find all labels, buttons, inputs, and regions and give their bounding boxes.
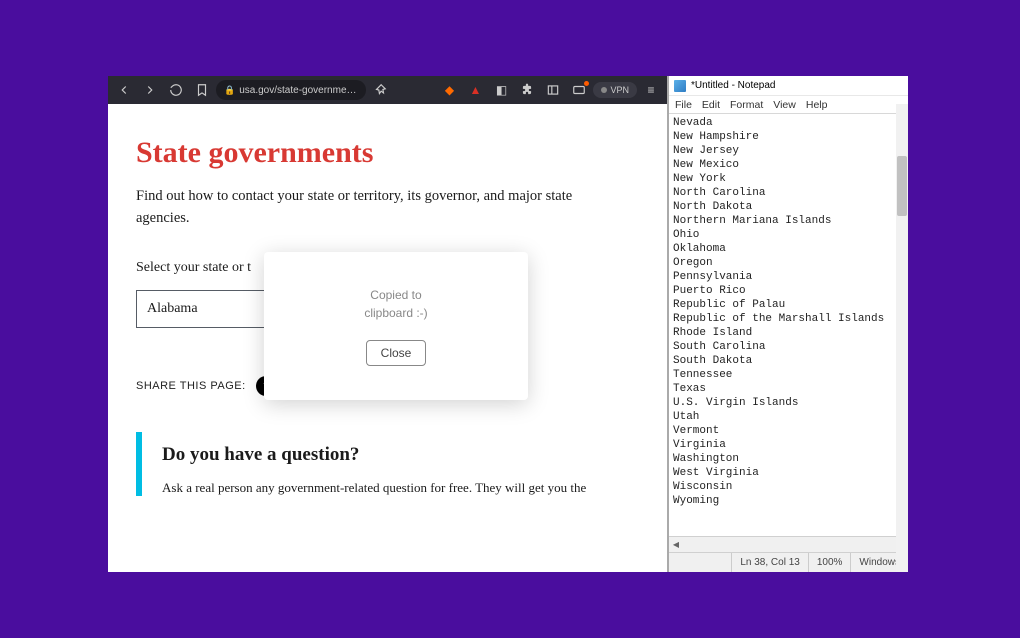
state-select-value: Alabama	[147, 301, 198, 317]
popup-message: Copied to clipboard :-)	[364, 286, 427, 322]
notepad-body: Nevada New Hampshire New Jersey New Mexi…	[669, 114, 908, 536]
ext-triangle-icon[interactable]: ▲	[463, 79, 487, 101]
vpn-status-dot	[601, 87, 607, 93]
menu-format[interactable]: Format	[730, 99, 763, 111]
menu-file[interactable]: File	[675, 99, 692, 111]
menu-help[interactable]: Help	[806, 99, 828, 111]
address-bar[interactable]: 🔒 usa.gov/state-governme…	[216, 80, 366, 100]
notepad-statusbar: Ln 38, Col 13 100% Windows	[669, 552, 908, 572]
nav-back-button[interactable]	[112, 79, 136, 101]
notepad-text-area[interactable]: Nevada New Hampshire New Jersey New Mexi…	[669, 114, 908, 510]
status-zoom: 100%	[808, 553, 851, 572]
page-content: State governments Find out how to contac…	[108, 104, 667, 572]
share-label: SHARE THIS PAGE:	[136, 380, 246, 392]
notepad-hscrollbar[interactable]: ◀	[669, 536, 908, 552]
notepad-title-text: *Untitled - Notepad	[691, 80, 776, 91]
brave-shields-icon[interactable]: ◆	[437, 79, 461, 101]
reader-button[interactable]	[368, 79, 392, 101]
url-text: usa.gov/state-governme…	[239, 85, 356, 96]
browser-toolbar: 🔒 usa.gov/state-governme… ◆ ▲ ◧ VPN ≡	[108, 76, 667, 104]
clipboard-popup: Copied to clipboard :-) Close	[264, 252, 528, 400]
hscroll-left-icon[interactable]: ◀	[669, 538, 683, 552]
bookmark-button[interactable]	[190, 79, 214, 101]
lock-icon: 🔒	[224, 85, 235, 96]
question-heading: Do you have a question?	[162, 444, 643, 466]
browser-window: 🔒 usa.gov/state-governme… ◆ ▲ ◧ VPN ≡ St…	[108, 76, 668, 572]
page-title: State governments	[136, 136, 643, 170]
notepad-menubar: File Edit Format View Help	[669, 96, 908, 114]
menu-view[interactable]: View	[773, 99, 796, 111]
sidebar-icon[interactable]	[541, 79, 565, 101]
extensions-icon[interactable]	[515, 79, 539, 101]
notepad-window: *Untitled - Notepad File Edit Format Vie…	[668, 76, 908, 572]
wallet-icon[interactable]	[567, 79, 591, 101]
status-position: Ln 38, Col 13	[731, 553, 808, 572]
popup-close-button[interactable]: Close	[366, 340, 427, 366]
menu-edit[interactable]: Edit	[702, 99, 720, 111]
page-subtitle: Find out how to contact your state or te…	[136, 186, 596, 230]
question-box: Do you have a question? Ask a real perso…	[136, 432, 643, 496]
reload-button[interactable]	[164, 79, 188, 101]
vpn-button[interactable]: VPN	[593, 82, 637, 98]
menu-button[interactable]: ≡	[639, 79, 663, 101]
notepad-app-icon	[674, 80, 686, 92]
notepad-titlebar[interactable]: *Untitled - Notepad	[669, 76, 908, 96]
nav-forward-button[interactable]	[138, 79, 162, 101]
question-body: Ask a real person any government-related…	[162, 480, 643, 496]
ext-icon-1[interactable]: ◧	[489, 79, 513, 101]
